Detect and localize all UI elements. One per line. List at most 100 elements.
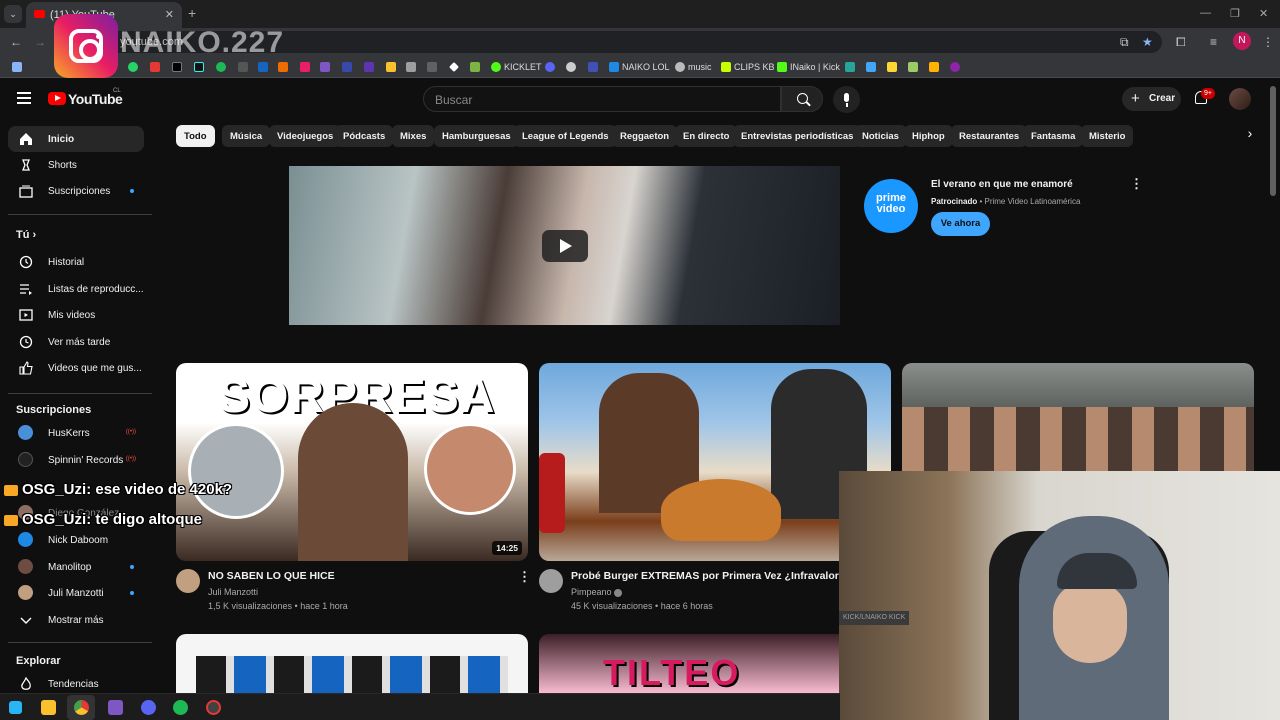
chip-4[interactable]: Mixes bbox=[392, 125, 435, 147]
chip-9[interactable]: Entrevistas periodísticas bbox=[733, 125, 862, 147]
video-thumbnail[interactable]: TILTEO bbox=[539, 634, 839, 693]
sidebar-sub-manolitop[interactable]: Manolitop bbox=[8, 554, 144, 580]
bookmark-red-icon[interactable] bbox=[150, 61, 160, 73]
bookmark-cat-icon[interactable] bbox=[406, 61, 416, 73]
prime-video-logo[interactable]: prime video bbox=[864, 179, 918, 233]
sidebar-item-suscripciones[interactable]: Suscripciones bbox=[8, 178, 144, 204]
app-purple-icon[interactable] bbox=[108, 700, 123, 715]
sidebar-item-liked[interactable]: Videos que me gus... bbox=[8, 355, 144, 381]
chip-8[interactable]: En directo bbox=[675, 125, 738, 147]
new-tab-icon[interactable]: + bbox=[188, 5, 196, 21]
video-channel[interactable]: Juli Manzotti bbox=[208, 587, 258, 597]
bookmark-clips-kb[interactable]: CLIPS KB bbox=[721, 61, 775, 73]
page-scrollbar[interactable] bbox=[1270, 86, 1276, 196]
minimize-icon[interactable]: — bbox=[1200, 7, 1211, 19]
video-title[interactable]: NO SABEN LO QUE HICE bbox=[208, 570, 508, 582]
bookmark-violet-icon[interactable] bbox=[364, 61, 374, 73]
chevron-right-icon[interactable]: › bbox=[1239, 125, 1261, 147]
chip-13[interactable]: Fantasma bbox=[1023, 125, 1084, 147]
chip-12[interactable]: Restaurantes bbox=[951, 125, 1028, 147]
sidebar-item-shorts[interactable]: Shorts bbox=[8, 152, 144, 178]
obs-icon[interactable] bbox=[206, 700, 221, 715]
maximize-icon[interactable]: ❐ bbox=[1230, 7, 1240, 20]
bookmark-pink-icon[interactable] bbox=[300, 61, 310, 73]
bookmark-reddit-icon[interactable] bbox=[566, 61, 576, 73]
create-button[interactable]: + Crear bbox=[1122, 87, 1181, 111]
ad-title[interactable]: El verano en que me enamoré bbox=[931, 179, 1073, 190]
bookmark-star-icon[interactable]: ★ bbox=[1142, 35, 1153, 49]
bookmark-yellow-icon[interactable] bbox=[386, 61, 396, 73]
chip-7[interactable]: Reggaeton bbox=[612, 125, 678, 147]
bookmark-s-icon[interactable] bbox=[238, 61, 248, 73]
extensions-icon[interactable]: ⧠ bbox=[1176, 35, 1186, 50]
chip-2[interactable]: Videojuegos bbox=[269, 125, 342, 147]
sidebar-show-more[interactable]: Mostrar más bbox=[8, 607, 144, 633]
tab-search-button[interactable]: ⌄ bbox=[4, 5, 22, 23]
bookmark-chart-icon[interactable] bbox=[866, 61, 876, 73]
sidebar-sub-nick[interactable]: Nick Daboom bbox=[8, 527, 144, 553]
sidebar-item-inicio[interactable]: Inicio bbox=[8, 126, 144, 152]
chrome-icon[interactable] bbox=[74, 700, 89, 715]
youtube-logo-icon[interactable] bbox=[48, 92, 66, 105]
bookmark-globe-icon[interactable] bbox=[342, 61, 352, 73]
chip-0[interactable]: Todo bbox=[176, 125, 215, 147]
file-explorer-icon[interactable] bbox=[41, 700, 56, 715]
back-icon[interactable]: ← bbox=[10, 35, 22, 49]
sidebar-you-heading[interactable]: Tú › bbox=[16, 229, 36, 241]
spotify-icon[interactable] bbox=[173, 700, 188, 715]
profile-avatar[interactable]: N bbox=[1233, 32, 1251, 50]
bookmark-tiktok-icon[interactable] bbox=[194, 61, 204, 73]
chip-6[interactable]: League of Legends bbox=[514, 125, 617, 147]
bookmark-gray-icon[interactable] bbox=[427, 61, 437, 73]
bookmark-orange-icon[interactable] bbox=[278, 61, 288, 73]
close-window-icon[interactable]: ✕ bbox=[1259, 7, 1268, 20]
video-thumbnail[interactable] bbox=[176, 634, 528, 693]
bookmark-discord-icon[interactable] bbox=[545, 61, 555, 73]
sidebar-item-mis-videos[interactable]: Mis videos bbox=[8, 302, 144, 328]
bookmark-naiko-lol[interactable]: NAIKO LOL bbox=[609, 61, 670, 73]
video-thumbnail[interactable]: SORPRESA 14:25 bbox=[176, 363, 528, 561]
bookmark-spotify-icon[interactable] bbox=[216, 61, 226, 73]
chip-5[interactable]: Hamburguesas bbox=[434, 125, 519, 147]
bookmark-blue-icon[interactable] bbox=[258, 61, 268, 73]
sidebar-item-tendencias[interactable]: Tendencias bbox=[8, 671, 144, 693]
chip-1[interactable]: Música bbox=[222, 125, 271, 147]
reading-list-icon[interactable]: ≡ bbox=[1210, 35, 1217, 49]
ad-cta-button[interactable]: Ve ahora bbox=[931, 212, 990, 236]
sidebar-item-historial[interactable]: Historial bbox=[8, 249, 144, 275]
discord-icon[interactable] bbox=[141, 700, 156, 715]
cast-icon[interactable]: ⧉ bbox=[1120, 35, 1129, 50]
bookmark-music[interactable]: music bbox=[675, 61, 712, 73]
ad-video-player[interactable] bbox=[289, 166, 840, 325]
chip-10[interactable]: Noticias bbox=[854, 125, 907, 147]
apps-icon[interactable] bbox=[12, 61, 22, 73]
bookmark-u-icon[interactable] bbox=[929, 61, 939, 73]
sidebar-sub-spinnin[interactable]: Spinnin' Records ((•)) bbox=[8, 447, 144, 473]
search-input[interactable]: Buscar bbox=[423, 86, 781, 112]
chip-14[interactable]: Misterio bbox=[1081, 125, 1134, 147]
browser-menu-icon[interactable]: ⋮ bbox=[1262, 35, 1274, 49]
bookmark-kicklet[interactable]: KICKLET bbox=[491, 61, 542, 73]
sidebar-item-listas[interactable]: Listas de reproducc... bbox=[8, 276, 144, 302]
chip-3[interactable]: Pódcasts bbox=[335, 125, 394, 147]
sidebar-sub-juli[interactable]: Juli Manzotti bbox=[8, 580, 144, 606]
sidebar-item-ver-mas-tarde[interactable]: Ver más tarde bbox=[8, 329, 144, 355]
bookmark-r-icon[interactable] bbox=[887, 61, 897, 73]
play-icon[interactable] bbox=[542, 230, 588, 262]
video-channel[interactable]: Pimpeano bbox=[571, 587, 623, 597]
close-tab-icon[interactable]: ✕ bbox=[165, 8, 174, 21]
channel-avatar[interactable] bbox=[176, 569, 200, 593]
channel-avatar[interactable] bbox=[539, 569, 563, 593]
video-thumbnail[interactable] bbox=[902, 363, 1254, 471]
search-icon[interactable] bbox=[781, 86, 823, 112]
windows-start-icon[interactable] bbox=[9, 701, 22, 714]
bookmark-purple-icon[interactable] bbox=[320, 61, 330, 73]
menu-icon[interactable] bbox=[17, 92, 31, 104]
bookmark-green-icon[interactable] bbox=[470, 61, 480, 73]
bookmark-lime-icon[interactable] bbox=[908, 61, 918, 73]
bookmark-teal-icon[interactable] bbox=[845, 61, 855, 73]
more-vert-icon[interactable]: ⋮ bbox=[1130, 176, 1143, 192]
microphone-icon[interactable] bbox=[833, 86, 860, 113]
bookmark-swirl-icon[interactable] bbox=[950, 61, 960, 73]
bookmark-whatsapp-icon[interactable] bbox=[128, 61, 138, 73]
